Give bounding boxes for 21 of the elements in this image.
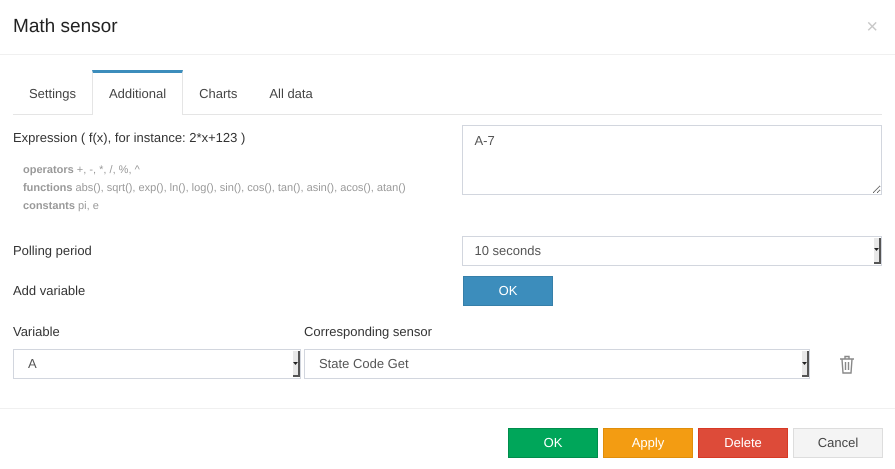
hint-text: constants pi, e <box>23 198 100 214</box>
tab[interactable]: All data <box>253 70 329 114</box>
expression-label: Expression ( f(x), for instance: 2*x+123 ) <box>13 129 246 147</box>
window-title: Math sensor <box>13 14 118 39</box>
hint-text: operators +, -, *, /, %, ^ <box>23 162 141 178</box>
column-header: Variable <box>13 322 61 340</box>
sensor-select[interactable]: State Code Get <box>304 349 810 379</box>
footer-button[interactable]: Cancel <box>793 428 883 458</box>
tab[interactable]: Additional <box>92 70 184 115</box>
tab[interactable]: Charts <box>183 70 254 114</box>
trash-icon[interactable] <box>839 354 855 374</box>
polling-label: Polling period <box>13 242 93 260</box>
hint-text: functions abs(), sqrt(), exp(), ln(), log(), sin(), cos(), tan(), asin(), acos(), atan() <box>23 180 407 196</box>
polling-select[interactable]: 10 seconds <box>462 236 882 266</box>
footer-button[interactable]: Delete <box>698 428 788 458</box>
variable-select[interactable]: A <box>13 349 301 379</box>
add-variable-label: Add variable <box>13 282 86 300</box>
expression-field[interactable]: A-7 <box>462 125 882 195</box>
column-header: Corresponding sensor <box>304 322 432 341</box>
tab[interactable]: Settings <box>13 70 92 114</box>
ok-button[interactable]: OK <box>463 276 553 306</box>
